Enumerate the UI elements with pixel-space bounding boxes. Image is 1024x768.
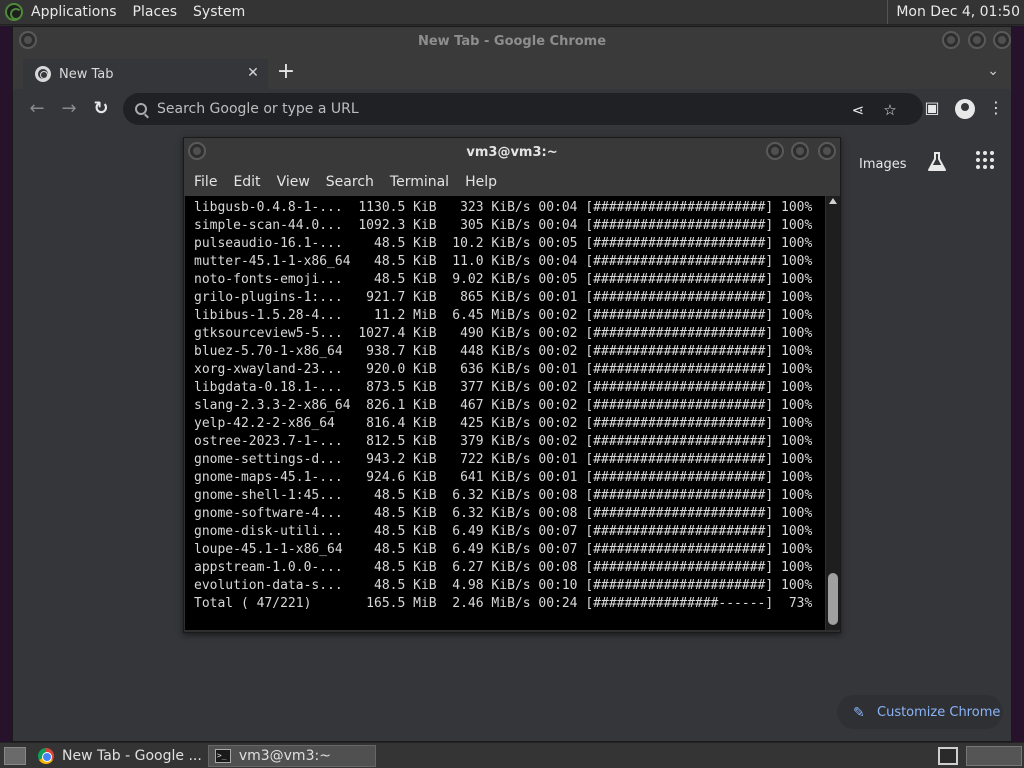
omnibox[interactable]: ⋖ ☆: [123, 93, 923, 125]
scrollbar-thumb[interactable]: [828, 573, 838, 625]
forward-button[interactable]: →: [57, 97, 81, 121]
terminal-line: mutter-45.1-1-x86_64 48.5 KiB 11.0 KiB/s…: [194, 254, 813, 269]
taskbar-item-label: vm3@vm3:~: [238, 747, 331, 764]
customize-chrome-button[interactable]: ✎ Customize Chrome: [837, 695, 1003, 729]
terminal-scrollbar[interactable]: [826, 196, 840, 630]
tab-strip: New Tab ✕ + ⌄: [13, 57, 1011, 89]
terminal-menu-search[interactable]: Search: [318, 174, 382, 190]
maximize-button[interactable]: [968, 31, 986, 49]
flask-icon[interactable]: [926, 151, 948, 173]
star-icon[interactable]: ☆: [881, 101, 899, 119]
browser-toolbar: ← → ↻ ⋖ ☆ ▣ ⋮: [13, 89, 1011, 129]
terminal-line: xorg-xwayland-23... 920.0 KiB 636 KiB/s …: [194, 362, 813, 377]
terminal-output[interactable]: libgusb-0.4.8-1-... 1130.5 KiB 323 KiB/s…: [185, 196, 825, 630]
new-tab-button[interactable]: +: [273, 60, 299, 86]
terminal-line: libgdata-0.18.1-... 873.5 KiB 377 KiB/s …: [194, 380, 813, 395]
panel-clock[interactable]: Mon Dec 4, 01:50: [887, 0, 1020, 24]
terminal-window: vm3@vm3:~ File Edit View Search Terminal…: [183, 137, 841, 633]
terminal-maximize-button[interactable]: [791, 142, 809, 160]
tab-new-tab[interactable]: New Tab ✕: [23, 59, 268, 89]
terminal-total-line: Total ( 47/221) 165.5 MiB 2.46 MiB/s 00:…: [194, 596, 813, 611]
minimize-button[interactable]: [942, 31, 960, 49]
terminal-line: gnome-shell-1:45... 48.5 KiB 6.32 KiB/s …: [194, 488, 813, 503]
tab-close-icon[interactable]: ✕: [244, 64, 262, 82]
terminal-titlebar[interactable]: vm3@vm3:~: [184, 138, 840, 168]
terminal-line: libgusb-0.4.8-1-... 1130.5 KiB 323 KiB/s…: [194, 200, 813, 215]
search-icon: [135, 103, 147, 115]
side-panel-icon[interactable]: ▣: [921, 98, 943, 120]
terminal-menu-file[interactable]: File: [186, 174, 225, 190]
desktop-edge-right: [1012, 26, 1024, 742]
terminal-line: evolution-data-s... 48.5 KiB 4.98 KiB/s …: [194, 578, 813, 593]
terminal-line: gnome-maps-45.1-... 924.6 KiB 641 KiB/s …: [194, 470, 813, 485]
workspace-icon[interactable]: [938, 747, 958, 765]
kebab-menu-icon[interactable]: ⋮: [985, 98, 1007, 120]
terminal-line: bluez-5.70-1-x86_64 938.7 KiB 448 KiB/s …: [194, 344, 813, 359]
terminal-line: yelp-42.2-2-x86_64 816.4 KiB 425 KiB/s 0…: [194, 416, 813, 431]
close-window-button[interactable]: [993, 31, 1011, 49]
menu-system[interactable]: System: [185, 0, 253, 24]
apps-grid-icon[interactable]: [976, 151, 994, 169]
back-button[interactable]: ←: [25, 97, 49, 121]
customize-label: Customize Chrome: [877, 704, 1001, 720]
terminal-line: slang-2.3.3-2-x86_64 826.1 KiB 467 KiB/s…: [194, 398, 813, 413]
chrome-icon: [38, 747, 54, 764]
bottom-taskbar: New Tab - Google ... >_ vm3@vm3:~: [0, 742, 1024, 768]
show-desktop-icon[interactable]: [4, 746, 26, 765]
tab-title: New Tab: [59, 66, 114, 82]
terminal-menu-edit[interactable]: Edit: [225, 174, 268, 190]
scroll-up-arrow-icon[interactable]: [829, 198, 837, 204]
tab-search-chevron-icon[interactable]: ⌄: [987, 63, 999, 79]
terminal-line: pulseaudio-16.1-... 48.5 KiB 10.2 KiB/s …: [194, 236, 813, 251]
terminal-menu-terminal[interactable]: Terminal: [382, 174, 457, 190]
terminal-line: loupe-45.1-1-x86_64 48.5 KiB 6.49 KiB/s …: [194, 542, 813, 557]
share-icon[interactable]: ⋖: [849, 101, 867, 119]
terminal-line: gnome-software-4... 48.5 KiB 6.32 KiB/s …: [194, 506, 813, 521]
omnibox-input[interactable]: [157, 101, 807, 117]
terminal-line: gtksourceview5-5... 1027.4 KiB 490 KiB/s…: [194, 326, 813, 341]
menu-places[interactable]: Places: [125, 0, 186, 24]
pencil-icon: ✎: [853, 705, 865, 721]
terminal-line: gnome-disk-utili... 48.5 KiB 6.49 KiB/s …: [194, 524, 813, 539]
images-link[interactable]: Images: [859, 157, 907, 172]
terminal-line: appstream-1.0.0-... 48.5 KiB 6.27 KiB/s …: [194, 560, 813, 575]
menu-applications[interactable]: Applications: [23, 0, 125, 24]
terminal-title: vm3@vm3:~: [466, 145, 558, 160]
terminal-line: libibus-1.5.28-4... 11.2 MiB 6.45 MiB/s …: [194, 308, 813, 323]
chrome-titlebar[interactable]: New Tab - Google Chrome: [13, 27, 1011, 57]
mate-logo-icon[interactable]: [5, 3, 23, 21]
terminal-menu-view[interactable]: View: [269, 174, 318, 190]
terminal-line: noto-fonts-emoji... 48.5 KiB 9.02 KiB/s …: [194, 272, 813, 287]
terminal-line: grilo-plugins-1:... 921.7 KiB 865 KiB/s …: [194, 290, 813, 305]
terminal-menubar: File Edit View Search Terminal Help: [184, 168, 840, 196]
chrome-window-title: New Tab - Google Chrome: [417, 34, 607, 49]
terminal-menu-help[interactable]: Help: [457, 174, 505, 190]
terminal-close-button[interactable]: [818, 142, 836, 160]
top-panel: Applications Places System Mon Dec 4, 01…: [0, 0, 1024, 25]
taskbar-item-terminal[interactable]: >_ vm3@vm3:~: [207, 744, 376, 767]
workspace-pager[interactable]: [966, 746, 1022, 766]
terminal-line: ostree-2023.7-1-... 812.5 KiB 379 KiB/s …: [194, 434, 813, 449]
terminal-line: gnome-settings-d... 943.2 KiB 722 KiB/s …: [194, 452, 813, 467]
chrome-favicon-icon: [35, 66, 51, 82]
terminal-line: simple-scan-44.0... 1092.3 KiB 305 KiB/s…: [194, 218, 813, 233]
taskbar-item-chrome[interactable]: New Tab - Google ...: [32, 745, 202, 767]
profile-icon[interactable]: [955, 99, 975, 119]
reload-button[interactable]: ↻: [89, 97, 113, 121]
terminal-minimize-button[interactable]: [766, 142, 784, 160]
terminal-icon: >_: [214, 748, 231, 763]
taskbar-item-label: New Tab - Google ...: [62, 747, 202, 764]
